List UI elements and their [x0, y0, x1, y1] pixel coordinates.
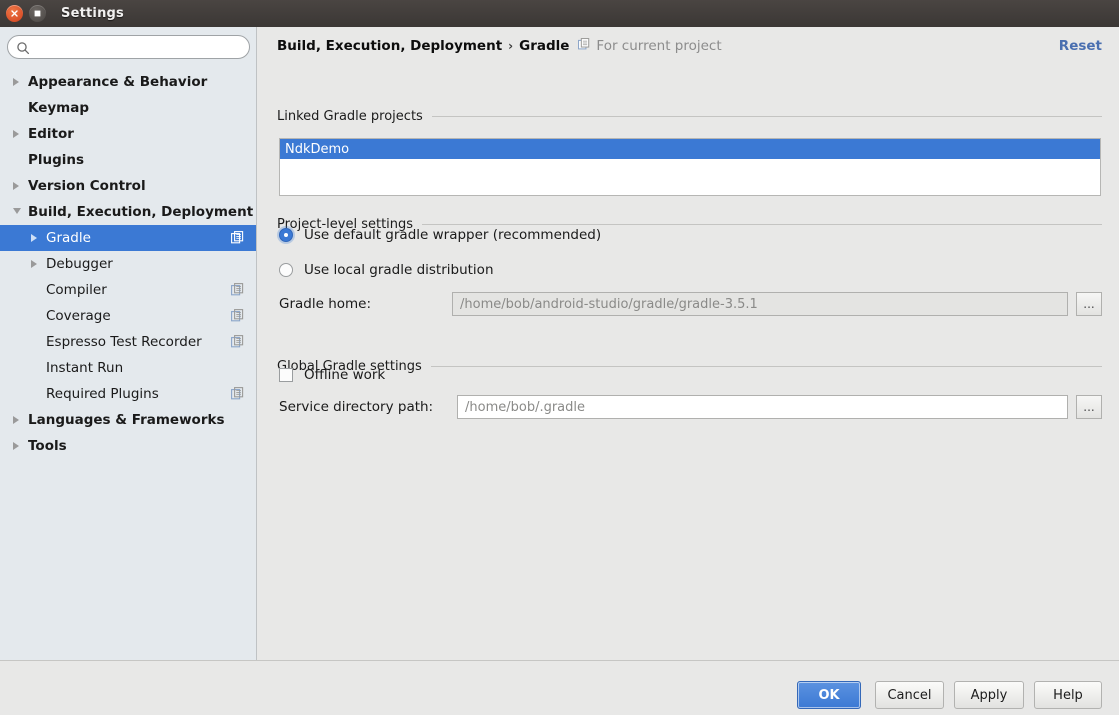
dialog-button-bar: OK Cancel Apply Help [0, 661, 1119, 715]
sidebar-item-tools[interactable]: Tools [0, 433, 256, 459]
radio-indicator[interactable] [279, 228, 293, 242]
sidebar-item-debugger[interactable]: Debugger [0, 251, 256, 277]
list-item[interactable]: NdkDemo [280, 139, 1100, 159]
sidebar-item-label: Gradle [46, 230, 91, 246]
chevron-right-icon[interactable] [31, 233, 37, 242]
sidebar-item-compiler[interactable]: Compiler [0, 277, 256, 303]
project-scope-icon [231, 335, 244, 348]
search-input[interactable] [7, 35, 250, 59]
sidebar-item-label: Debugger [46, 256, 113, 272]
group-divider-line [431, 116, 1102, 117]
breadcrumb-root[interactable]: Build, Execution, Deployment [277, 38, 502, 54]
sidebar-item-label: Appearance & Behavior [28, 74, 208, 90]
chevron-right-icon[interactable] [13, 441, 19, 450]
sidebar-item-label: Keymap [28, 100, 90, 116]
chevron-right-icon[interactable] [13, 415, 19, 424]
group-divider-line [430, 366, 1102, 367]
sidebar-item-label: Required Plugins [46, 386, 159, 402]
group-divider-line [422, 224, 1102, 225]
sidebar-item-label: Version Control [28, 178, 146, 194]
breadcrumb-current: Gradle [519, 38, 570, 54]
settings-category-tree[interactable]: Appearance & Behavior Keymap Editor Plugins… [0, 69, 256, 660]
radio-use-default-wrapper-label: Use default gradle wrapper (recommended) [304, 227, 602, 243]
radio-use-local-distribution-label: Use local gradle distribution [304, 262, 494, 278]
offline-work-label: Offline work [304, 367, 386, 383]
scope-note: For current project [578, 38, 722, 54]
sidebar-item-label: Tools [28, 438, 67, 454]
sidebar-item-label: Editor [28, 126, 74, 142]
settings-content-panel: Build, Execution, Deployment › Gradle Fo… [258, 27, 1119, 660]
sidebar-item-coverage[interactable]: Coverage [0, 303, 256, 329]
project-scope-icon [231, 283, 244, 296]
service-directory-browse-button[interactable]: ... [1076, 395, 1102, 419]
sidebar-item-espresso-test-recorder[interactable]: Espresso Test Recorder [0, 329, 256, 355]
group-global-settings: Global Gradle settings [277, 359, 1102, 374]
sidebar-item-label: Instant Run [46, 360, 124, 376]
offline-work-checkbox[interactable] [279, 368, 293, 382]
maximize-icon[interactable] [29, 5, 46, 22]
scope-note-label: For current project [596, 38, 722, 54]
sidebar-item-label: Compiler [46, 282, 107, 298]
project-scope-icon [231, 387, 244, 400]
window-title: Settings [61, 6, 124, 21]
group-linked-projects: Linked Gradle projects [277, 109, 1102, 124]
sidebar-item-label: Espresso Test Recorder [46, 334, 202, 350]
sidebar-item-gradle[interactable]: Gradle [0, 225, 256, 251]
chevron-right-icon[interactable] [13, 129, 19, 138]
gradle-home-browse-button[interactable]: ... [1076, 292, 1102, 316]
window-titlebar: Settings [0, 0, 1119, 27]
apply-button[interactable]: Apply [954, 681, 1024, 709]
group-linked-projects-label: Linked Gradle projects [277, 109, 423, 124]
sidebar-item-build-execution-deployment[interactable]: Build, Execution, Deployment [0, 199, 256, 225]
radio-indicator[interactable] [279, 263, 293, 277]
radio-use-default-wrapper[interactable]: Use default gradle wrapper (recommended) [279, 227, 601, 243]
service-directory-row: Service directory path: ... [279, 395, 1102, 419]
settings-sidebar: Appearance & Behavior Keymap Editor Plugins… [0, 27, 257, 660]
gradle-home-label: Gradle home: [279, 296, 372, 312]
project-scope-icon [578, 38, 590, 54]
reset-link[interactable]: Reset [1059, 38, 1102, 54]
cancel-button[interactable]: Cancel [875, 681, 944, 709]
sidebar-item-label: Build, Execution, Deployment [28, 204, 254, 220]
sidebar-item-appearance-behavior[interactable]: Appearance & Behavior [0, 69, 256, 95]
sidebar-item-keymap[interactable]: Keymap [0, 95, 256, 121]
sidebar-item-languages-frameworks[interactable]: Languages & Frameworks [0, 407, 256, 433]
sidebar-item-plugins[interactable]: Plugins [0, 147, 256, 173]
offline-work-checkbox-row[interactable]: Offline work [279, 367, 385, 383]
sidebar-item-instant-run[interactable]: Instant Run [0, 355, 256, 381]
close-icon[interactable] [6, 5, 23, 22]
project-scope-icon [231, 309, 244, 322]
ok-button[interactable]: OK [797, 681, 861, 709]
radio-use-local-distribution[interactable]: Use local gradle distribution [279, 262, 494, 278]
chevron-right-icon[interactable] [31, 259, 37, 268]
linked-projects-list[interactable]: NdkDemo [279, 138, 1101, 196]
sidebar-item-label: Plugins [28, 152, 85, 168]
gradle-home-row: Gradle home: ... [279, 292, 1102, 316]
breadcrumb-separator: › [508, 39, 514, 53]
chevron-right-icon[interactable] [13, 181, 19, 190]
gradle-home-input[interactable] [452, 292, 1068, 316]
sidebar-item-editor[interactable]: Editor [0, 121, 256, 147]
search-box[interactable] [7, 35, 250, 59]
chevron-down-icon[interactable] [13, 207, 21, 214]
project-scope-icon [231, 231, 244, 244]
sidebar-item-label: Languages & Frameworks [28, 412, 225, 428]
sidebar-item-version-control[interactable]: Version Control [0, 173, 256, 199]
help-button[interactable]: Help [1034, 681, 1102, 709]
chevron-right-icon[interactable] [13, 77, 19, 86]
sidebar-item-required-plugins[interactable]: Required Plugins [0, 381, 256, 407]
sidebar-item-label: Coverage [46, 308, 111, 324]
breadcrumb: Build, Execution, Deployment › Gradle Fo… [277, 38, 722, 54]
service-directory-input[interactable] [457, 395, 1068, 419]
service-directory-label: Service directory path: [279, 399, 434, 415]
